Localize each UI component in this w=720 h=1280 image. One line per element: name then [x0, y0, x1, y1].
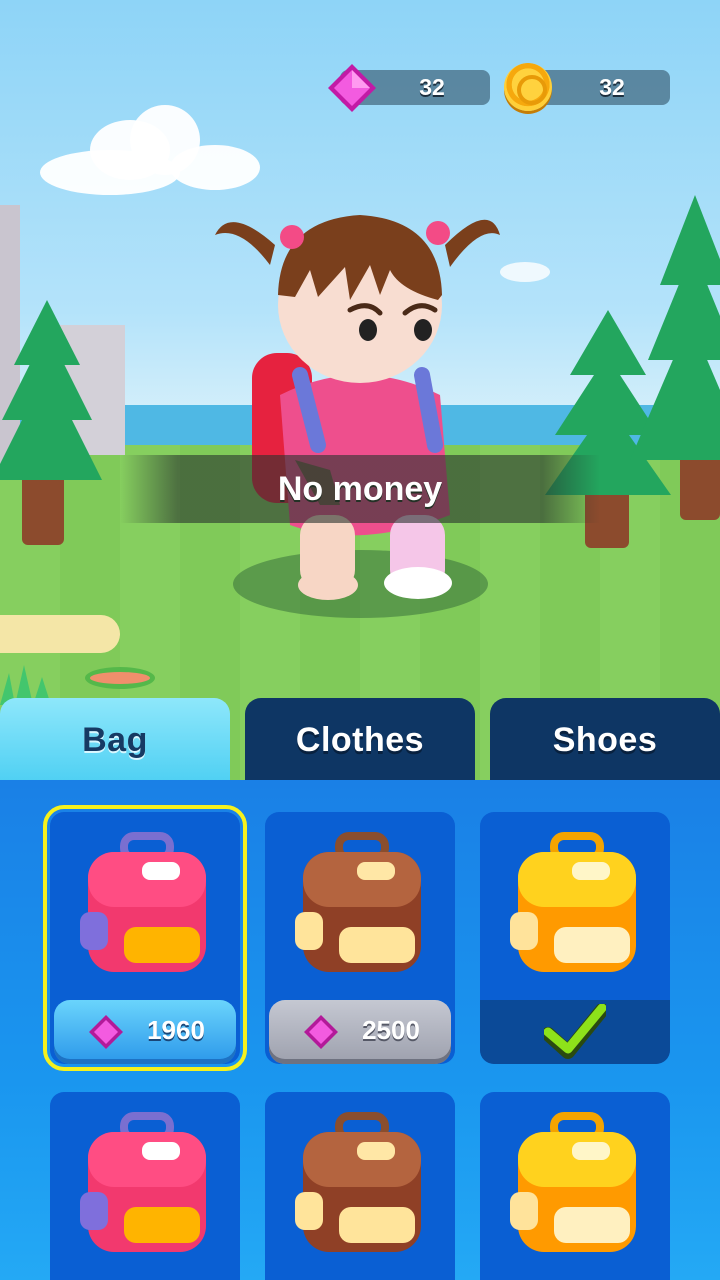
buy-button[interactable]: 1960	[54, 1000, 236, 1064]
pink-backpack-icon	[80, 832, 206, 972]
brown-backpack-icon	[295, 1112, 421, 1252]
gem-icon	[89, 1015, 123, 1049]
coin-icon	[504, 63, 552, 111]
gem-icon	[328, 64, 376, 112]
yellow-backpack-icon	[510, 832, 636, 972]
shop-panel: 1960 2500	[0, 780, 720, 1280]
sand-patch	[0, 615, 120, 653]
tab-clothes[interactable]: Clothes	[245, 698, 475, 782]
gem-icon	[304, 1015, 338, 1049]
tab-bag[interactable]: Bag	[0, 698, 230, 782]
check-icon	[544, 1004, 606, 1059]
category-tabs: Bag Clothes Shoes	[0, 698, 720, 782]
owned-indicator	[480, 1000, 670, 1064]
buy-button-disabled[interactable]: 2500	[269, 1000, 451, 1064]
gem-count: 32	[419, 74, 445, 100]
pink-backpack-icon	[80, 1112, 206, 1252]
item-card-brown-bag[interactable]	[265, 1092, 455, 1280]
player-character	[200, 185, 520, 605]
coin-count: 32	[599, 74, 625, 100]
item-card-brown-bag[interactable]: 2500	[265, 812, 455, 1064]
item-card-pink-bag[interactable]: 1960	[43, 805, 247, 1071]
tab-label: Clothes	[295, 721, 425, 759]
item-card-yellow-bag[interactable]	[480, 812, 670, 1064]
flower	[85, 667, 155, 689]
coin-counter: 32	[504, 63, 670, 111]
tab-label: Bag	[82, 721, 148, 759]
no-money-toast: No money	[120, 455, 600, 523]
item-card-pink-bag[interactable]	[50, 1092, 240, 1280]
yellow-backpack-icon	[510, 1112, 636, 1252]
item-card-yellow-bag[interactable]	[480, 1092, 670, 1280]
item-price: 1960	[147, 1015, 205, 1045]
gem-counter: 32	[328, 64, 490, 112]
item-price: 2500	[362, 1015, 420, 1045]
game-scene: 32 32 No money	[0, 0, 720, 780]
tab-shoes[interactable]: Shoes	[490, 698, 720, 782]
tab-label: Shoes	[552, 721, 658, 759]
brown-backpack-icon	[295, 832, 421, 972]
